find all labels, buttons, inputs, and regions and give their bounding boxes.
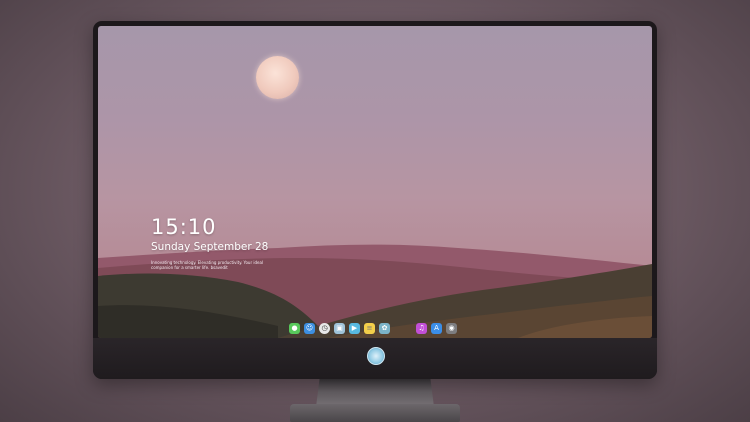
desktop-screen: 15:10 Sunday September 28 Innovating tec… <box>98 26 652 338</box>
lock-clock: 15:10 <box>151 215 217 239</box>
hills-landscape <box>98 244 652 338</box>
monitor-stand-neck <box>316 379 434 407</box>
clapper-icon[interactable]: ▶ <box>349 322 360 334</box>
brand-logo-icon <box>367 347 385 365</box>
lock-date: Sunday September 28 <box>151 241 269 253</box>
chat-icon[interactable]: ● <box>289 322 300 334</box>
camera-icon[interactable]: ◉ <box>446 322 457 334</box>
preview-icon[interactable]: ▣ <box>334 322 345 334</box>
notes-icon[interactable]: ≡ <box>364 322 375 334</box>
monitor-stand-base <box>290 404 460 422</box>
music-icon[interactable]: ♫ <box>416 322 427 334</box>
lock-tagline: Innovating technology. Elevating product… <box>151 260 264 270</box>
monitor-chin <box>93 338 657 379</box>
dock: ● ☺ ◷ ▣ ▶ ≡ ✿ ♫ A ◉ <box>289 321 457 335</box>
monitor: 15:10 Sunday September 28 Innovating tec… <box>93 21 657 379</box>
photos-icon[interactable]: ✿ <box>379 322 390 334</box>
app-store-icon[interactable]: A <box>431 322 442 334</box>
finder-icon[interactable]: ☺ <box>304 322 315 334</box>
clock-icon[interactable]: ◷ <box>319 322 330 334</box>
